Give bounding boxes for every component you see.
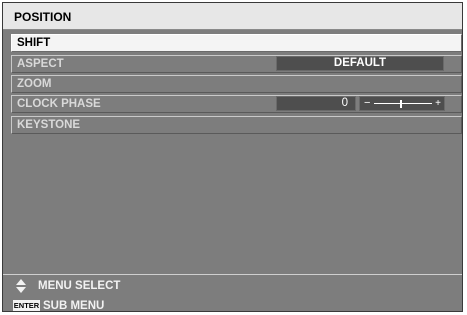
menu-item-label: KEYSTONE: [17, 119, 81, 131]
slider-min-symbol: −: [364, 97, 371, 109]
slider-knob[interactable]: [400, 100, 402, 108]
clock-phase-value: 0: [276, 96, 356, 111]
menu-item-shift[interactable]: SHIFT: [11, 34, 462, 52]
slider-track: [374, 103, 432, 104]
enter-key-icon: ENTER: [13, 300, 40, 311]
menu-item-zoom[interactable]: ZOOM: [11, 75, 462, 93]
menu-title: POSITION: [14, 10, 72, 24]
menu-item-label: ASPECT: [17, 58, 64, 70]
slider-max-symbol: +: [435, 98, 441, 109]
menu-item-aspect[interactable]: ASPECT DEFAULT: [11, 55, 462, 73]
footer-sub-menu: SUB MENU: [43, 300, 105, 312]
menu-title-bar: POSITION: [3, 3, 462, 30]
menu-item-label: SHIFT: [17, 37, 51, 49]
clock-phase-slider[interactable]: − +: [359, 96, 445, 111]
menu-item-label: ZOOM: [17, 78, 52, 90]
menu-item-keystone[interactable]: KEYSTONE: [11, 116, 462, 134]
aspect-value-box[interactable]: DEFAULT: [276, 56, 444, 71]
menu-item-clock-phase[interactable]: CLOCK PHASE 0 − +: [11, 95, 462, 113]
position-menu-panel: POSITION SHIFT ASPECT DEFAULT ZOOM CLOCK…: [2, 2, 463, 312]
footer-menu-select: MENU SELECT: [38, 280, 121, 292]
menu-item-label: CLOCK PHASE: [17, 98, 101, 110]
footer-divider: [3, 274, 462, 275]
up-down-arrows-icon: [16, 279, 26, 293]
